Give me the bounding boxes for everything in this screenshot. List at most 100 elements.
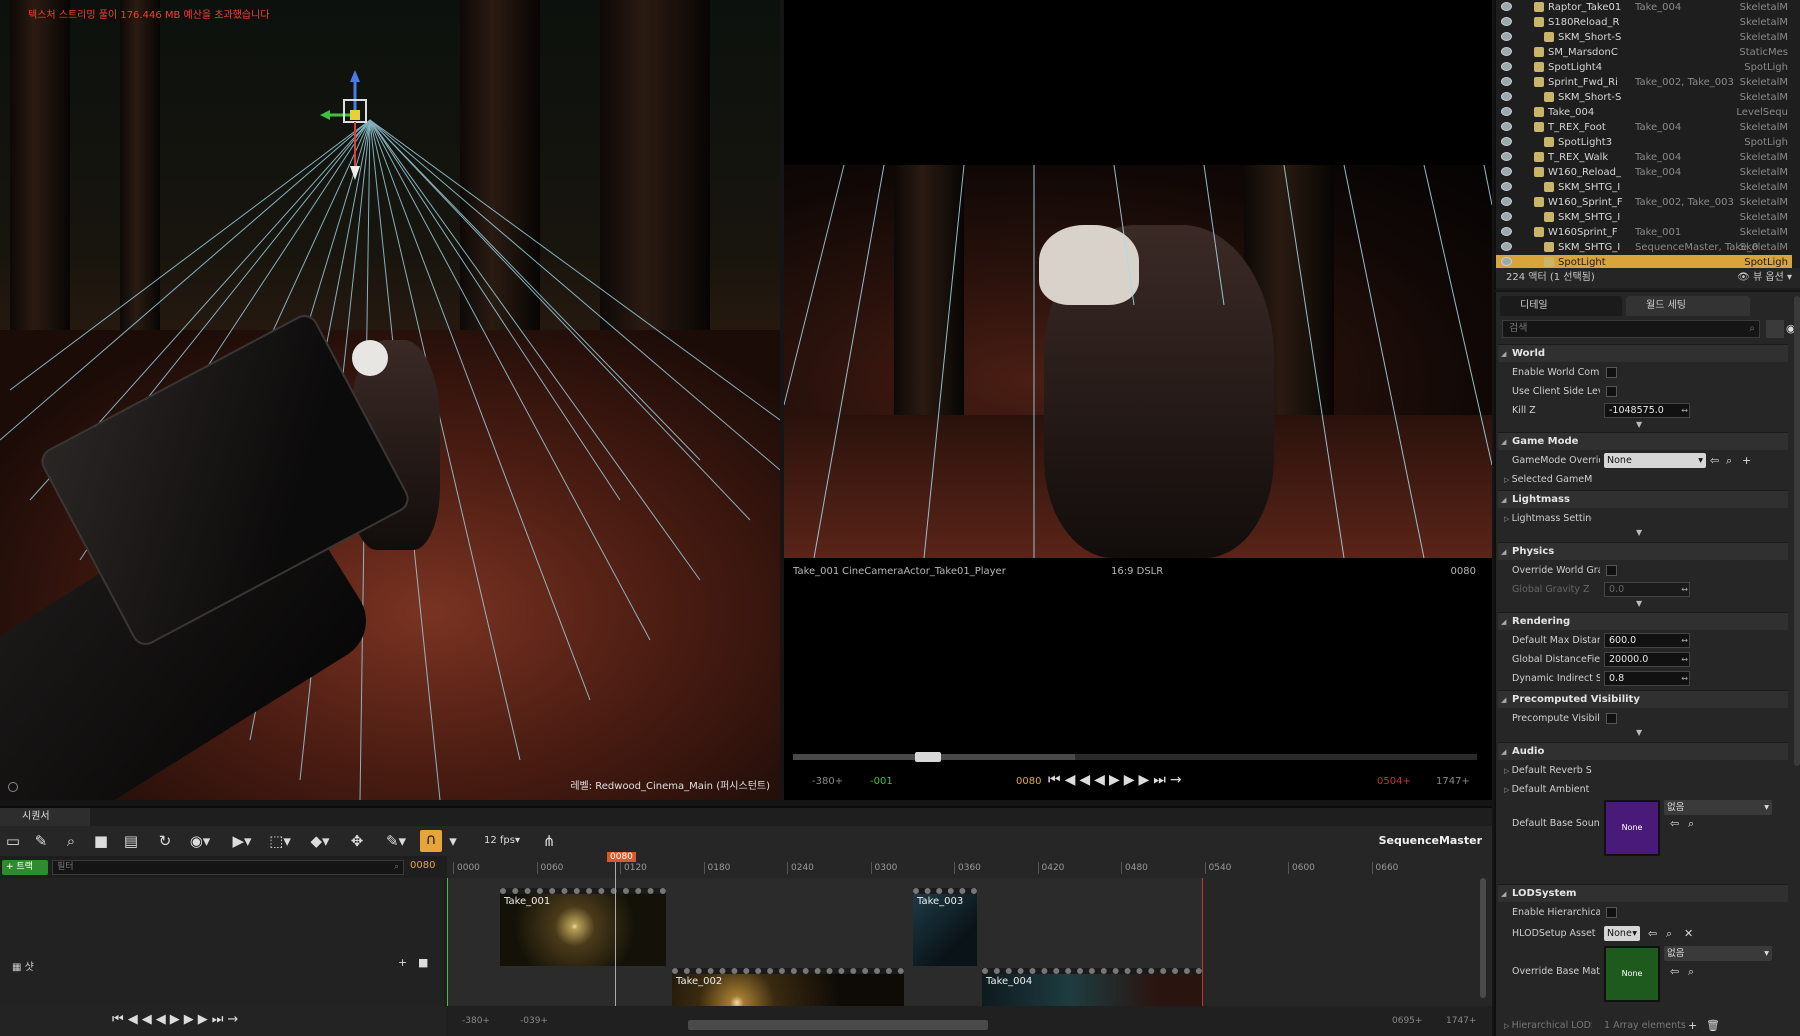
eye-icon[interactable] — [1501, 77, 1512, 86]
browse-icon[interactable]: ⌕ — [1666, 924, 1672, 943]
arrow-left-icon[interactable]: ⇦ — [1648, 924, 1657, 943]
sequencer-tab[interactable]: 시퀀서 — [0, 808, 90, 826]
checkbox[interactable] — [1606, 907, 1617, 918]
outliner-row[interactable]: SKM_SHTG_I SkeletalM — [1496, 210, 1792, 225]
keyframe-icon[interactable]: ◆▾ — [306, 832, 334, 850]
section-physics[interactable]: Physics — [1498, 542, 1788, 561]
expand-arrow-icon[interactable]: ▼ — [1636, 528, 1642, 537]
section-game-mode[interactable]: Game Mode — [1498, 432, 1788, 451]
prop-selected-gamemode[interactable]: Selected GameMode — [1498, 470, 1788, 489]
checkbox[interactable] — [1606, 713, 1617, 724]
play-icon[interactable]: ▶ — [1109, 772, 1124, 788]
eye-icon[interactable] — [1501, 212, 1512, 221]
eye-icon[interactable] — [1501, 32, 1512, 41]
outliner-row[interactable]: T_REX_Foot Take_004 SkeletalM — [1496, 120, 1792, 135]
tab-details[interactable]: 디테일 — [1500, 296, 1622, 316]
material-select[interactable]: 없음 — [1664, 946, 1772, 961]
distance-field-input[interactable]: 20000.0 — [1604, 652, 1690, 667]
delete-icon[interactable]: 🗑 — [1706, 1016, 1720, 1035]
shot-clip[interactable]: Take_003 — [913, 888, 977, 966]
refresh-icon[interactable]: ↻ — [156, 832, 174, 850]
eye-icon[interactable] — [1501, 197, 1512, 206]
playhead-label[interactable]: 0080 — [607, 852, 636, 862]
details-panel[interactable]: 디테일 월드 세팅 검색⌕ ◉ World Enable World Compo… — [1494, 292, 1800, 1036]
selection-icon[interactable]: ⬚▾ — [266, 832, 294, 850]
play-options-icon[interactable]: ▶▾ — [228, 832, 256, 850]
eye-icon[interactable] — [1501, 2, 1512, 11]
checkbox[interactable] — [1606, 565, 1617, 576]
eye-icon[interactable] — [1501, 242, 1512, 251]
camera-add-icon[interactable]: ■ — [418, 956, 428, 969]
track-filter-input[interactable]: 필터 ⌕ — [52, 860, 404, 875]
playback-scrubber[interactable] — [793, 752, 1477, 762]
arrow-left-icon[interactable]: ⇦ — [1670, 814, 1679, 833]
eye-icon[interactable] — [1501, 122, 1512, 131]
sequencer-panel[interactable]: 시퀀서 ▭ ✎ ⌕ ■ ▤ ↻ ◉▾ ▶▾ ⬚▾ ◆▾ ✥ ✎▾ ∩ ▾ 12 … — [0, 806, 1492, 1036]
outliner-row[interactable]: SKM_SHTG_I SequenceMaster, Take_0 Skeletal… — [1496, 240, 1792, 255]
reverse-play-icon[interactable]: ◀ — [1094, 772, 1109, 788]
playhead[interactable] — [615, 856, 616, 1006]
browse-icon[interactable]: ⌕ — [1688, 962, 1694, 981]
jump-end-icon[interactable]: ⏭ — [1153, 772, 1170, 788]
outliner-row[interactable]: W160_Reload_ Take_004 SkeletalM — [1496, 165, 1792, 180]
jump-start-icon[interactable]: ⏮ — [1048, 772, 1065, 788]
section-lod-system[interactable]: LODSystem — [1498, 884, 1788, 903]
arrow-left-icon[interactable]: ⇦ — [1710, 451, 1719, 470]
jump-start-icon[interactable]: ⏮ — [112, 1012, 128, 1027]
checkbox[interactable] — [1606, 367, 1617, 378]
eye-icon[interactable] — [1501, 227, 1512, 236]
perspective-viewport[interactable]: 텍스처 스트리밍 풀이 176.446 MB 예산을 초과했습니다 레벨: Re… — [0, 0, 780, 800]
chevron-down-icon[interactable]: ▾ — [444, 832, 462, 850]
outliner-row[interactable]: S180Reload_R SkeletalM — [1496, 15, 1792, 30]
reverse-play-icon[interactable]: ◀ — [156, 1012, 170, 1027]
play-icon[interactable]: ▶ — [170, 1012, 184, 1027]
prop-hierarchical-lodset[interactable]: Hierarchical LODSet1 Array elements+🗑 — [1498, 1016, 1788, 1035]
step-forward-icon[interactable]: ▶▶ — [1124, 772, 1154, 788]
details-scrollbar[interactable] — [1794, 296, 1800, 766]
visibility-icon[interactable]: ◉▾ — [186, 832, 214, 850]
grid-view-icon[interactable] — [1766, 320, 1784, 338]
add-track-button[interactable]: + 트랙 — [2, 860, 48, 875]
sound-thumbnail[interactable]: None — [1604, 800, 1660, 856]
outliner-row[interactable]: SKM_Short-S SkeletalM — [1496, 90, 1792, 105]
scrubber-handle[interactable] — [915, 752, 941, 762]
prop-default-reverb[interactable]: Default Reverb Setti — [1498, 761, 1788, 780]
section-precomputed-visibility[interactable]: Precomputed Visibility — [1498, 690, 1788, 709]
snap-magnet-icon[interactable]: ∩ — [420, 830, 442, 852]
eye-icon[interactable] — [1501, 62, 1512, 71]
kill-z-input[interactable]: -1048575.0 — [1604, 403, 1690, 418]
transport-controls[interactable]: ⏮◀◀◀▶▶▶⏭→ — [112, 1012, 242, 1027]
material-thumbnail[interactable]: None — [1604, 946, 1660, 1002]
prop-lightmass-settings[interactable]: Lightmass Settings — [1498, 509, 1788, 528]
outliner-row[interactable]: SKM_Short-S SkeletalM — [1496, 30, 1792, 45]
eye-icon[interactable] — [1501, 152, 1512, 161]
save-as-icon[interactable]: ✎ — [32, 832, 50, 850]
add-element-icon[interactable]: + — [1688, 1016, 1697, 1035]
camera-icon[interactable]: ■ — [92, 832, 110, 850]
timeline-scrollbar[interactable] — [1480, 878, 1486, 998]
expand-arrow-icon[interactable]: ▼ — [1636, 420, 1642, 429]
step-back-icon[interactable]: ◀◀ — [1065, 772, 1095, 788]
step-back-icon[interactable]: ◀◀ — [128, 1012, 156, 1027]
browse-icon[interactable]: ⌕ — [1688, 814, 1694, 833]
jump-end-icon[interactable]: ⏭ — [212, 1012, 228, 1027]
outliner-row[interactable]: SM_MarsdonC StaticMes — [1496, 45, 1792, 60]
add-icon[interactable]: + — [1742, 451, 1751, 470]
outliner-row[interactable]: SpotLight3 SpotLigh — [1496, 135, 1792, 150]
shot-track[interactable]: ▦ 샷 — [12, 958, 34, 973]
sound-select[interactable]: 없음 — [1664, 800, 1772, 815]
sequence-flow-icon[interactable]: ⋔ — [540, 832, 558, 850]
eye-icon[interactable] — [1501, 17, 1512, 26]
loop-icon[interactable]: → — [1170, 772, 1186, 788]
section-rendering[interactable]: Rendering — [1498, 612, 1788, 631]
clear-icon[interactable]: ✕ — [1684, 924, 1693, 943]
fps-select[interactable]: 12 fps▾ — [478, 832, 526, 850]
search-icon[interactable]: ⌕ — [62, 832, 80, 850]
shot-clip[interactable]: Take_001 — [500, 888, 666, 966]
checkbox[interactable] — [1606, 386, 1617, 397]
outliner-row[interactable]: T_REX_Walk Take_004 SkeletalM — [1496, 150, 1792, 165]
outliner-row[interactable]: SpotLight4 SpotLigh — [1496, 60, 1792, 75]
eye-icon[interactable] — [1501, 182, 1512, 191]
eye-icon[interactable] — [1501, 167, 1512, 176]
eye-icon[interactable] — [1501, 92, 1512, 101]
